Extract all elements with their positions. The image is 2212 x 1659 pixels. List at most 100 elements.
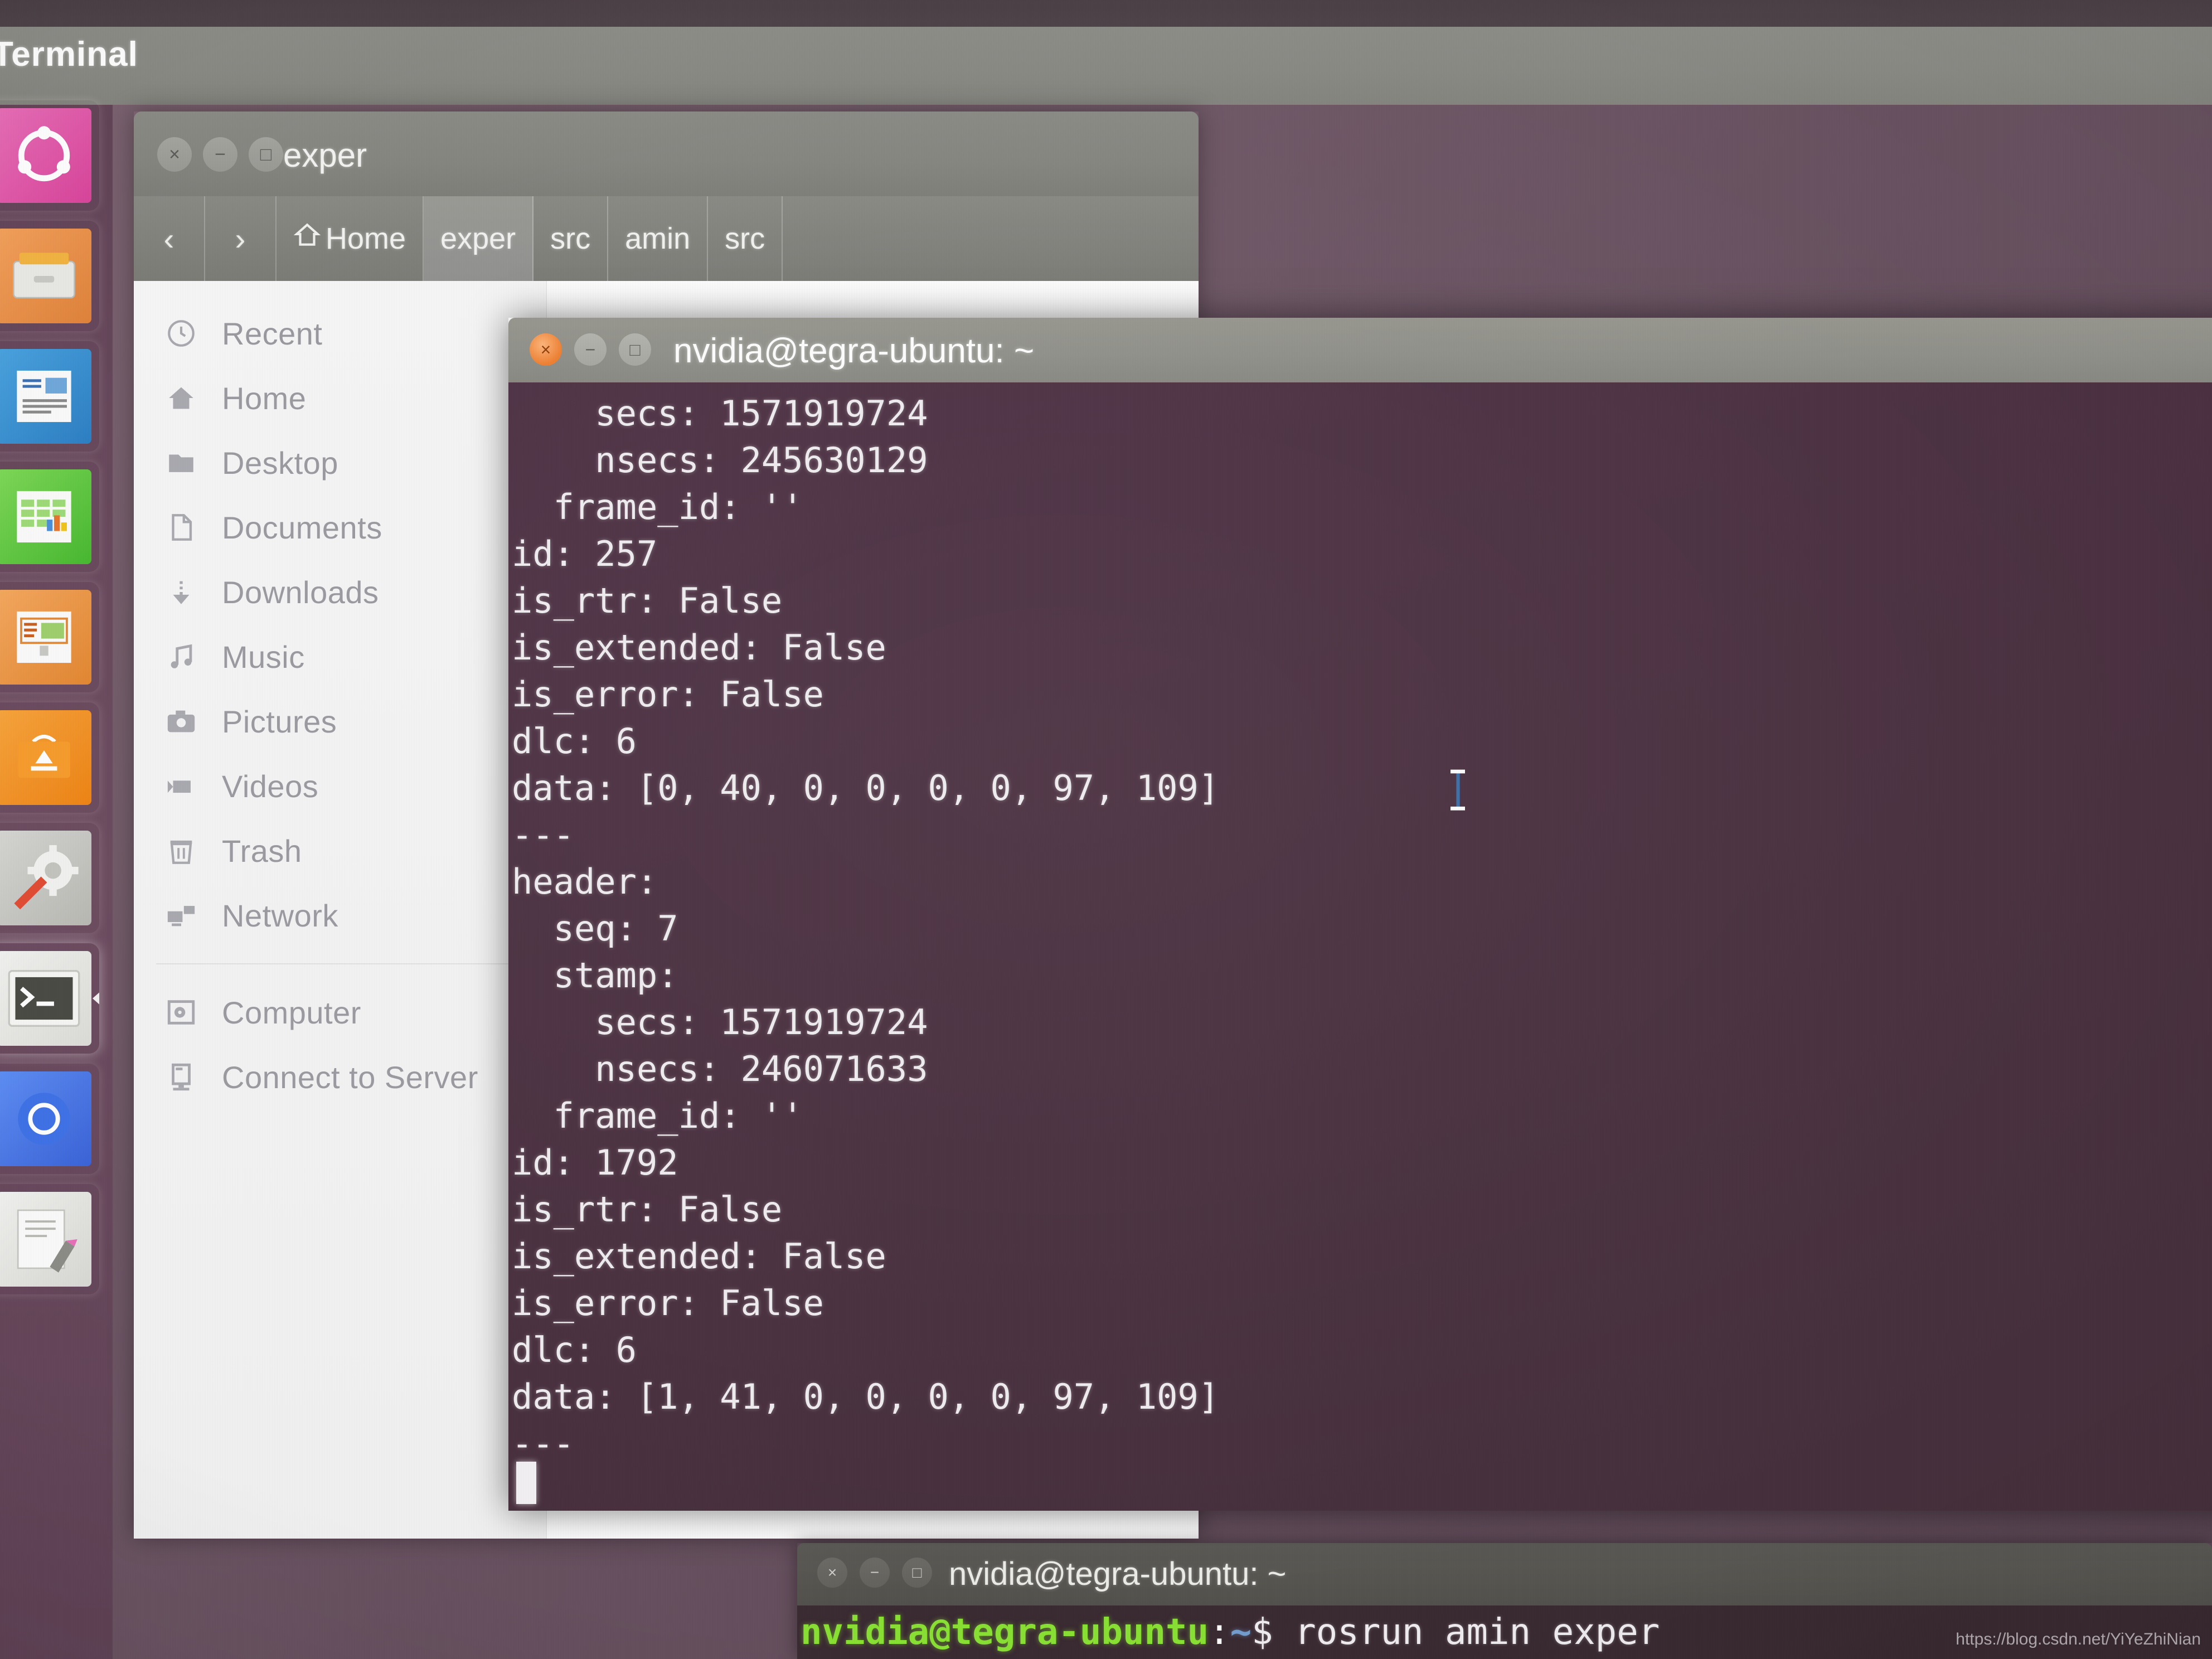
maximize-icon[interactable]: □ xyxy=(619,333,651,366)
breadcrumb-label: Home xyxy=(326,222,406,255)
download-icon xyxy=(165,576,197,608)
terminal-line: is_extended: False xyxy=(512,627,886,668)
text-cursor-icon xyxy=(1448,768,1467,812)
launcher-item-libreoffice-calc[interactable] xyxy=(0,462,99,572)
sidebar-item-trash[interactable]: Trash xyxy=(134,818,546,883)
minimize-icon[interactable]: − xyxy=(574,333,607,366)
breadcrumb-item-src[interactable]: src xyxy=(533,196,609,281)
app-menu-title[interactable]: Terminal xyxy=(0,35,138,74)
file-manager-titlebar[interactable]: × − □ exper xyxy=(134,111,1199,196)
terminal-output-area[interactable]: secs: 1571919724 nsecs: 245630129 frame_… xyxy=(508,382,2212,1511)
forward-button[interactable]: › xyxy=(205,196,276,281)
file-manager-toolbar: ‹ › Home exper src amin src xyxy=(134,196,1199,281)
sidebar-item-documents[interactable]: Documents xyxy=(134,495,546,560)
launcher-item-files[interactable] xyxy=(0,221,99,331)
launcher-item-ubuntu-software[interactable] xyxy=(0,702,99,813)
breadcrumb-item-home[interactable]: Home xyxy=(276,196,424,281)
terminal-line: --- xyxy=(512,1423,574,1464)
terminal-line: nsecs: 246071633 xyxy=(512,1049,928,1089)
terminal-line: is_rtr: False xyxy=(512,580,783,621)
sidebar-item-network[interactable]: Network xyxy=(134,883,546,948)
sidebar-label: Network xyxy=(222,898,338,933)
close-icon[interactable]: × xyxy=(530,333,562,366)
terminal-line: id: 1792 xyxy=(512,1142,678,1183)
launcher-item-libreoffice-writer[interactable] xyxy=(0,341,99,452)
breadcrumb-item-src-2[interactable]: src xyxy=(708,196,783,281)
minimize-icon[interactable]: − xyxy=(860,1558,890,1588)
sidebar-item-recent[interactable]: Recent xyxy=(134,301,546,366)
places-sidebar: Recent Home Desktop Documents Downloads … xyxy=(134,281,546,1539)
terminal-window-active[interactable]: × − □ nvidia@tegra-ubuntu: ~ secs: 15719… xyxy=(508,318,2212,1511)
close-icon[interactable]: × xyxy=(817,1558,847,1588)
launcher-item-ubuntu-dash[interactable] xyxy=(0,100,99,211)
home-icon xyxy=(165,382,197,414)
file-manager-title: exper xyxy=(283,137,367,174)
terminal-line: is_error: False xyxy=(512,1283,824,1323)
terminal-line: --- xyxy=(512,814,574,855)
launcher-item-chromium[interactable] xyxy=(0,1064,99,1174)
terminal-line: id: 257 xyxy=(512,533,658,574)
terminal-line: frame_id: '' xyxy=(512,1095,803,1136)
terminal-line: frame_id: '' xyxy=(512,487,803,527)
ubuntu-logo-icon xyxy=(0,108,91,203)
terminal-title: nvidia@tegra-ubuntu: ~ xyxy=(673,332,1035,370)
sidebar-label: Pictures xyxy=(222,704,337,739)
terminal-line: dlc: 6 xyxy=(512,721,637,761)
document-icon xyxy=(165,511,197,544)
prompt-path: ~ xyxy=(1230,1612,1252,1653)
terminal-line: secs: 1571919724 xyxy=(512,1002,928,1042)
prompt-symbol: $ xyxy=(1251,1612,1295,1653)
sidebar-item-music[interactable]: Music xyxy=(134,624,546,689)
sidebar-label: Videos xyxy=(222,768,319,804)
watermark-text: https://blog.csdn.net/YiYeZhiNian xyxy=(1956,1630,2201,1648)
breadcrumb-item-amin[interactable]: amin xyxy=(608,196,709,281)
minimize-icon[interactable]: − xyxy=(203,137,237,172)
calc-spreadsheet-icon xyxy=(0,469,91,564)
file-cabinet-icon xyxy=(0,229,91,323)
sidebar-label: Recent xyxy=(222,316,323,351)
network-icon xyxy=(165,899,197,932)
terminal-line: data: [0, 40, 0, 0, 0, 0, 97, 109] xyxy=(512,768,1220,808)
sidebar-label: Computer xyxy=(222,995,361,1030)
sidebar-item-computer[interactable]: Computer xyxy=(134,980,546,1045)
sidebar-item-downloads[interactable]: Downloads xyxy=(134,560,546,624)
terminal-line: is_rtr: False xyxy=(512,1189,783,1230)
sidebar-label: Music xyxy=(222,639,305,675)
sidebar-label: Documents xyxy=(222,510,382,545)
unity-launcher xyxy=(0,105,113,1659)
top-panel-menubar xyxy=(0,27,2212,105)
sidebar-item-videos[interactable]: Videos xyxy=(134,754,546,818)
close-icon[interactable]: × xyxy=(157,137,192,172)
sidebar-item-home[interactable]: Home xyxy=(134,366,546,430)
video-camera-icon xyxy=(165,770,197,802)
breadcrumb: Home exper src amin src xyxy=(276,196,783,281)
terminal-block-cursor xyxy=(516,1462,536,1504)
trash-icon xyxy=(165,835,197,867)
maximize-icon[interactable]: □ xyxy=(902,1558,932,1588)
sidebar-item-pictures[interactable]: Pictures xyxy=(134,689,546,754)
wrench-gear-icon xyxy=(0,831,91,925)
terminal-line: header: xyxy=(512,861,678,902)
sidebar-label: Home xyxy=(222,380,307,416)
terminal-prompt-icon xyxy=(0,951,91,1046)
sidebar-label: Connect to Server xyxy=(222,1059,478,1095)
sidebar-item-desktop[interactable]: Desktop xyxy=(134,430,546,495)
launcher-item-text-editor[interactable] xyxy=(0,1184,99,1294)
home-icon xyxy=(293,221,321,256)
sidebar-item-connect-to-server[interactable]: Connect to Server xyxy=(134,1045,546,1109)
back-button[interactable]: ‹ xyxy=(134,196,205,281)
terminal-background-title: nvidia@tegra-ubuntu: ~ xyxy=(949,1556,1287,1592)
launcher-item-libreoffice-impress[interactable] xyxy=(0,582,99,692)
terminal-titlebar[interactable]: × − □ nvidia@tegra-ubuntu: ~ xyxy=(508,318,2212,382)
sidebar-label: Trash xyxy=(222,833,302,869)
launcher-item-system-settings[interactable] xyxy=(0,823,99,933)
breadcrumb-item-exper[interactable]: exper xyxy=(424,196,534,281)
screen-photo: Terminal × − □ exper ‹ › Home exper src … xyxy=(0,0,2212,1659)
impress-presentation-icon xyxy=(0,590,91,685)
maximize-icon[interactable]: □ xyxy=(249,137,283,172)
terminal-line: dlc: 6 xyxy=(512,1330,637,1370)
terminal-background-titlebar[interactable]: × − □ nvidia@tegra-ubuntu: ~ xyxy=(797,1543,2212,1605)
prompt-user: nvidia@tegra-ubuntu xyxy=(801,1612,1209,1653)
writer-document-icon xyxy=(0,349,91,444)
launcher-item-terminal[interactable] xyxy=(0,943,99,1054)
